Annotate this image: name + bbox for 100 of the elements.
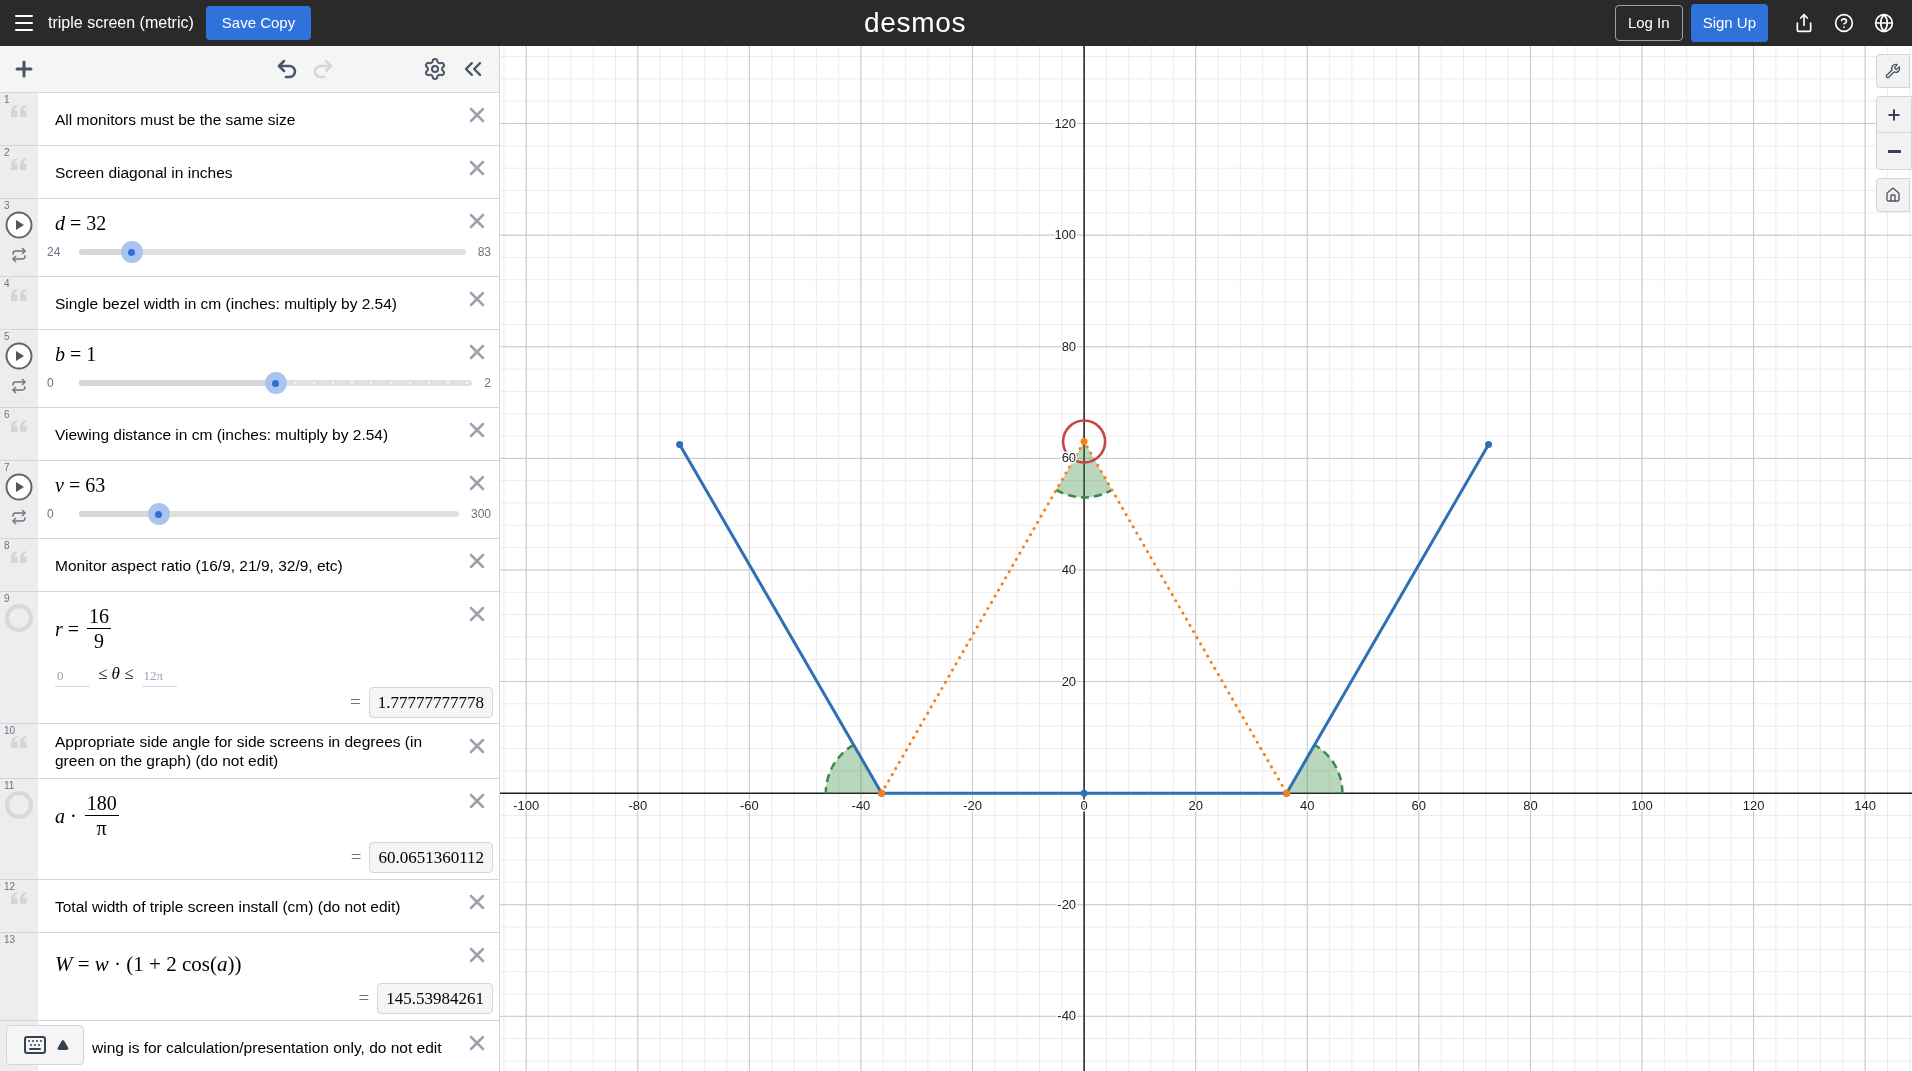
- slider-thumb[interactable]: [147, 503, 170, 525]
- line-number: 6: [4, 410, 10, 420]
- tick-label: 60: [1411, 798, 1427, 814]
- save-copy-button[interactable]: Save Copy: [205, 6, 312, 40]
- note-text: All monitors must be the same size: [55, 109, 296, 129]
- line-number: 3: [4, 201, 10, 211]
- domain-min-field[interactable]: 0: [55, 666, 90, 687]
- slider-thumb[interactable]: [120, 241, 143, 263]
- math-expression: b = 1: [55, 342, 97, 366]
- result-value: 145.53984261: [377, 982, 493, 1014]
- result-value: 60.0651360112: [369, 841, 493, 873]
- keyboard-button[interactable]: [6, 1025, 84, 1065]
- point-marker: [1485, 440, 1493, 448]
- math-expression: r =: [55, 616, 80, 642]
- tick-label: -20: [1057, 896, 1077, 912]
- share-icon[interactable]: [1794, 13, 1814, 33]
- note-text: Monitor aspect ratio (16/9, 21/9, 32/9, etc): [55, 555, 343, 575]
- equals-sign: =: [350, 690, 361, 714]
- home-button[interactable]: [1876, 178, 1910, 212]
- globe-icon[interactable]: [1874, 13, 1894, 33]
- keyboard-icon: [21, 1033, 49, 1057]
- tick-label: 100: [1054, 227, 1077, 243]
- play-icon[interactable]: [5, 342, 33, 370]
- slider-thumb[interactable]: [264, 372, 287, 394]
- sign-up-button[interactable]: Sign Up: [1690, 4, 1768, 42]
- domain-max-field[interactable]: 12π: [141, 666, 177, 687]
- tick-label: 20: [1061, 673, 1077, 689]
- tick-label: -40: [851, 798, 871, 814]
- tick-label: -80: [628, 798, 648, 814]
- line-number: 4: [4, 279, 10, 289]
- tick-label: 20: [1188, 798, 1203, 814]
- graph-title[interactable]: triple screen (metric): [48, 11, 194, 35]
- point-marker: [1080, 438, 1088, 446]
- caret-icon: [57, 1039, 69, 1051]
- line-number: 8: [4, 541, 10, 551]
- tick-label: 40: [1061, 561, 1077, 577]
- loop-icon[interactable]: [11, 378, 27, 394]
- wrench-icon: [1885, 63, 1901, 79]
- tick-label: 100: [1631, 798, 1653, 814]
- log-in-button[interactable]: Log In: [1614, 5, 1683, 41]
- line-number: 2: [4, 148, 10, 158]
- line-number: 7: [4, 463, 10, 473]
- note-text: Viewing distance in cm (inches: multiply by 2.54): [55, 424, 389, 444]
- line-number: 11: [4, 781, 15, 791]
- loop-icon[interactable]: [11, 509, 27, 525]
- slider-track[interactable]: [79, 372, 473, 394]
- slider-min[interactable]: 0: [47, 374, 67, 392]
- note-text: Single bezel width in cm (inches: multiply by 2.54): [55, 293, 397, 313]
- note-text: wing is for calculation/presentation only, do not edit: [92, 1037, 442, 1057]
- equals-sign: =: [350, 845, 362, 869]
- help-icon[interactable]: [1834, 13, 1854, 33]
- note-text: Screen diagonal in inches: [55, 162, 233, 182]
- math-expression: W = w · (1 + 2 cos(a)): [55, 951, 242, 978]
- loop-icon[interactable]: [11, 247, 27, 263]
- settings-icon[interactable]: [423, 57, 447, 81]
- plus-icon: [1886, 106, 1902, 123]
- point-marker: [1080, 789, 1088, 797]
- tick-label: 120: [1054, 115, 1077, 131]
- tick-label: 120: [1742, 798, 1765, 814]
- math-expression: d = 32: [55, 211, 107, 235]
- line-number: 13: [4, 935, 16, 945]
- play-icon[interactable]: [5, 211, 33, 239]
- fraction-numerator: 16: [87, 604, 112, 629]
- math-expression: a ·: [55, 803, 77, 829]
- slider-min[interactable]: 24: [47, 243, 67, 261]
- fraction-denominator: 9: [94, 629, 105, 653]
- line-number: 9: [4, 594, 10, 604]
- minus-icon: [1887, 149, 1901, 153]
- fraction-denominator: π: [96, 816, 107, 840]
- note-text: Total width of triple screen install (cm) (do not edit): [55, 896, 401, 916]
- note-text: Appropriate side angle for side screens in degrees (in green on the graph) (do not edit): [55, 732, 424, 770]
- domain-inequality: ≤ θ ≤: [98, 663, 134, 685]
- tick-label: -60: [739, 798, 759, 814]
- slider-track[interactable]: [79, 503, 459, 525]
- line-number: 1: [4, 95, 10, 105]
- slider-max[interactable]: 2: [484, 374, 491, 392]
- equals-sign: =: [358, 986, 370, 1010]
- highlight-circle: [1061, 419, 1107, 464]
- line-number: 10: [4, 726, 16, 736]
- slider-max[interactable]: 83: [477, 243, 491, 261]
- tick-label: 80: [1523, 798, 1538, 814]
- tick-label: -100: [513, 798, 540, 814]
- math-expression: v = 63: [55, 473, 106, 497]
- point-marker: [676, 440, 684, 448]
- slider-track[interactable]: [79, 241, 466, 263]
- tick-label: 80: [1061, 338, 1077, 354]
- slider-min[interactable]: 0: [47, 505, 67, 523]
- tick-label: 40: [1300, 798, 1315, 814]
- result-value: 1.77777777778: [368, 686, 493, 718]
- home-icon: [1885, 187, 1901, 203]
- fraction-numerator: 180: [84, 791, 119, 816]
- graph-settings-button[interactable]: [1876, 54, 1910, 88]
- slider-max[interactable]: 300: [470, 505, 491, 523]
- line-number: 5: [4, 332, 10, 342]
- tick-label: -40: [1057, 1008, 1077, 1024]
- tick-label: -20: [963, 798, 982, 814]
- logo: desmos: [864, 6, 967, 40]
- play-icon[interactable]: [5, 473, 33, 501]
- tick-label: 140: [1854, 798, 1876, 814]
- line-number: 12: [4, 882, 16, 892]
